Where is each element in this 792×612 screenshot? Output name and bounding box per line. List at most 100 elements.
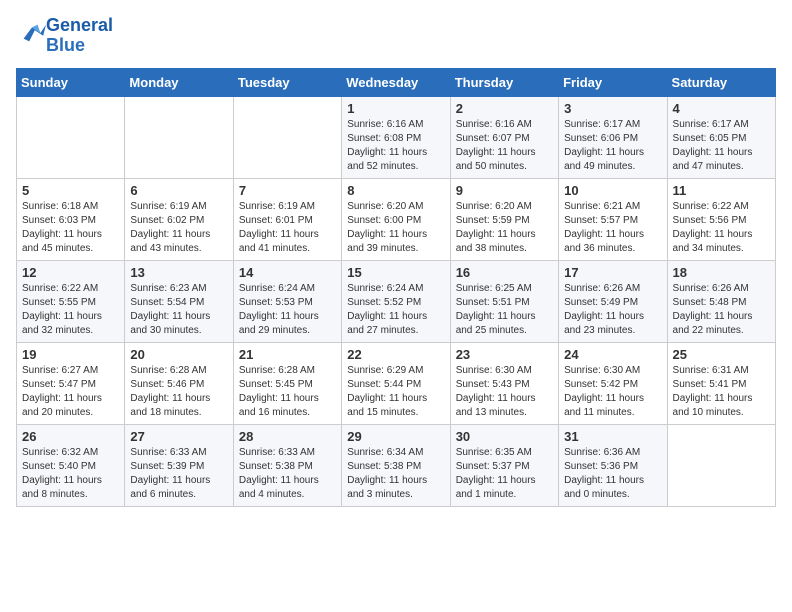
calendar-cell: 29 Sunrise: 6:34 AM Sunset: 5:38 PM Dayli…	[342, 424, 450, 506]
calendar-cell: 15 Sunrise: 6:24 AM Sunset: 5:52 PM Dayli…	[342, 260, 450, 342]
day-number: 14	[239, 265, 336, 280]
day-number: 29	[347, 429, 444, 444]
calendar-cell: 11 Sunrise: 6:22 AM Sunset: 5:56 PM Dayli…	[667, 178, 775, 260]
calendar-cell: 22 Sunrise: 6:29 AM Sunset: 5:44 PM Dayli…	[342, 342, 450, 424]
calendar-body: 1 Sunrise: 6:16 AM Sunset: 6:08 PM Daylig…	[17, 96, 776, 506]
day-number: 12	[22, 265, 119, 280]
calendar-cell: 8 Sunrise: 6:20 AM Sunset: 6:00 PM Daylig…	[342, 178, 450, 260]
day-number: 10	[564, 183, 661, 198]
calendar-cell: 4 Sunrise: 6:17 AM Sunset: 6:05 PM Daylig…	[667, 96, 775, 178]
day-number: 20	[130, 347, 227, 362]
day-number: 24	[564, 347, 661, 362]
day-number: 8	[347, 183, 444, 198]
day-info: Sunrise: 6:18 AM Sunset: 6:03 PM Dayligh…	[22, 200, 119, 256]
day-info: Sunrise: 6:22 AM Sunset: 5:56 PM Dayligh…	[673, 200, 770, 256]
calendar-cell: 27Sunrise: 6:33 AM Sunset: 5:39 PM Dayli…	[125, 424, 233, 506]
day-number: 5	[22, 183, 119, 198]
calendar-cell	[125, 96, 233, 178]
day-info: Sunrise: 6:20 AM Sunset: 6:00 PM Dayligh…	[347, 200, 444, 256]
day-info: Sunrise: 6:28 AM Sunset: 5:45 PM Dayligh…	[239, 364, 336, 420]
calendar-cell: 25 Sunrise: 6:31 AM Sunset: 5:41 PM Dayli…	[667, 342, 775, 424]
day-info: Sunrise: 6:34 AM Sunset: 5:38 PM Dayligh…	[347, 446, 444, 502]
week-row-4: 19 Sunrise: 6:27 AM Sunset: 5:47 PM Dayli…	[17, 342, 776, 424]
day-number: 28	[239, 429, 336, 444]
day-number: 9	[456, 183, 553, 198]
calendar-header: SundayMondayTuesdayWednesdayThursdayFrid…	[17, 68, 776, 96]
calendar-cell: 13Sunrise: 6:23 AM Sunset: 5:54 PM Dayli…	[125, 260, 233, 342]
day-info: Sunrise: 6:24 AM Sunset: 5:53 PM Dayligh…	[239, 282, 336, 338]
weekday-header-thursday: Thursday	[450, 68, 558, 96]
week-row-5: 26 Sunrise: 6:32 AM Sunset: 5:40 PM Dayli…	[17, 424, 776, 506]
day-info: Sunrise: 6:17 AM Sunset: 6:06 PM Dayligh…	[564, 118, 661, 174]
calendar-cell: 6Sunrise: 6:19 AM Sunset: 6:02 PM Daylig…	[125, 178, 233, 260]
weekday-header-wednesday: Wednesday	[342, 68, 450, 96]
calendar-table: SundayMondayTuesdayWednesdayThursdayFrid…	[16, 68, 776, 507]
day-info: Sunrise: 6:16 AM Sunset: 6:08 PM Dayligh…	[347, 118, 444, 174]
calendar-cell: 23 Sunrise: 6:30 AM Sunset: 5:43 PM Dayli…	[450, 342, 558, 424]
calendar-cell: 3Sunrise: 6:17 AM Sunset: 6:06 PM Daylig…	[559, 96, 667, 178]
day-info: Sunrise: 6:30 AM Sunset: 5:42 PM Dayligh…	[564, 364, 661, 420]
weekday-header-saturday: Saturday	[667, 68, 775, 96]
week-row-3: 12 Sunrise: 6:22 AM Sunset: 5:55 PM Dayli…	[17, 260, 776, 342]
day-info: Sunrise: 6:22 AM Sunset: 5:55 PM Dayligh…	[22, 282, 119, 338]
day-number: 21	[239, 347, 336, 362]
weekday-header-sunday: Sunday	[17, 68, 125, 96]
day-number: 2	[456, 101, 553, 116]
day-number: 1	[347, 101, 444, 116]
day-info: Sunrise: 6:29 AM Sunset: 5:44 PM Dayligh…	[347, 364, 444, 420]
day-info: Sunrise: 6:32 AM Sunset: 5:40 PM Dayligh…	[22, 446, 119, 502]
calendar-cell: 2 Sunrise: 6:16 AM Sunset: 6:07 PM Daylig…	[450, 96, 558, 178]
calendar-cell: 26 Sunrise: 6:32 AM Sunset: 5:40 PM Dayli…	[17, 424, 125, 506]
day-number: 19	[22, 347, 119, 362]
calendar-cell: 12 Sunrise: 6:22 AM Sunset: 5:55 PM Dayli…	[17, 260, 125, 342]
week-row-2: 5 Sunrise: 6:18 AM Sunset: 6:03 PM Daylig…	[17, 178, 776, 260]
day-info: Sunrise: 6:24 AM Sunset: 5:52 PM Dayligh…	[347, 282, 444, 338]
day-info: Sunrise: 6:27 AM Sunset: 5:47 PM Dayligh…	[22, 364, 119, 420]
day-number: 11	[673, 183, 770, 198]
day-number: 30	[456, 429, 553, 444]
day-info: Sunrise: 6:19 AM Sunset: 6:02 PM Dayligh…	[130, 200, 227, 256]
calendar-cell: 5 Sunrise: 6:18 AM Sunset: 6:03 PM Daylig…	[17, 178, 125, 260]
day-info: Sunrise: 6:36 AM Sunset: 5:36 PM Dayligh…	[564, 446, 661, 502]
calendar-cell: 19 Sunrise: 6:27 AM Sunset: 5:47 PM Dayli…	[17, 342, 125, 424]
logo-text: General Blue	[46, 16, 113, 56]
weekday-header-friday: Friday	[559, 68, 667, 96]
day-number: 27	[130, 429, 227, 444]
day-info: Sunrise: 6:21 AM Sunset: 5:57 PM Dayligh…	[564, 200, 661, 256]
calendar-cell: 9Sunrise: 6:20 AM Sunset: 5:59 PM Daylig…	[450, 178, 558, 260]
calendar-cell: 31 Sunrise: 6:36 AM Sunset: 5:36 PM Dayli…	[559, 424, 667, 506]
calendar-cell: 10 Sunrise: 6:21 AM Sunset: 5:57 PM Dayli…	[559, 178, 667, 260]
day-info: Sunrise: 6:33 AM Sunset: 5:38 PM Dayligh…	[239, 446, 336, 502]
day-info: Sunrise: 6:30 AM Sunset: 5:43 PM Dayligh…	[456, 364, 553, 420]
day-info: Sunrise: 6:17 AM Sunset: 6:05 PM Dayligh…	[673, 118, 770, 174]
day-number: 18	[673, 265, 770, 280]
day-info: Sunrise: 6:26 AM Sunset: 5:48 PM Dayligh…	[673, 282, 770, 338]
day-info: Sunrise: 6:26 AM Sunset: 5:49 PM Dayligh…	[564, 282, 661, 338]
calendar-cell: 1 Sunrise: 6:16 AM Sunset: 6:08 PM Daylig…	[342, 96, 450, 178]
day-info: Sunrise: 6:23 AM Sunset: 5:54 PM Dayligh…	[130, 282, 227, 338]
day-number: 26	[22, 429, 119, 444]
calendar-cell: 30Sunrise: 6:35 AM Sunset: 5:37 PM Dayli…	[450, 424, 558, 506]
day-info: Sunrise: 6:16 AM Sunset: 6:07 PM Dayligh…	[456, 118, 553, 174]
day-number: 15	[347, 265, 444, 280]
calendar-cell: 21 Sunrise: 6:28 AM Sunset: 5:45 PM Dayli…	[233, 342, 341, 424]
calendar-cell: 14 Sunrise: 6:24 AM Sunset: 5:53 PM Dayli…	[233, 260, 341, 342]
calendar-cell: 7 Sunrise: 6:19 AM Sunset: 6:01 PM Daylig…	[233, 178, 341, 260]
day-info: Sunrise: 6:25 AM Sunset: 5:51 PM Dayligh…	[456, 282, 553, 338]
day-number: 17	[564, 265, 661, 280]
day-number: 31	[564, 429, 661, 444]
day-number: 4	[673, 101, 770, 116]
day-number: 23	[456, 347, 553, 362]
calendar-cell	[233, 96, 341, 178]
day-number: 22	[347, 347, 444, 362]
day-number: 7	[239, 183, 336, 198]
calendar-cell: 24 Sunrise: 6:30 AM Sunset: 5:42 PM Dayli…	[559, 342, 667, 424]
week-row-1: 1 Sunrise: 6:16 AM Sunset: 6:08 PM Daylig…	[17, 96, 776, 178]
logo: General Blue	[16, 16, 113, 56]
day-info: Sunrise: 6:19 AM Sunset: 6:01 PM Dayligh…	[239, 200, 336, 256]
weekday-header-monday: Monday	[125, 68, 233, 96]
calendar-cell: 18 Sunrise: 6:26 AM Sunset: 5:48 PM Dayli…	[667, 260, 775, 342]
weekday-header-tuesday: Tuesday	[233, 68, 341, 96]
day-info: Sunrise: 6:31 AM Sunset: 5:41 PM Dayligh…	[673, 364, 770, 420]
day-number: 25	[673, 347, 770, 362]
